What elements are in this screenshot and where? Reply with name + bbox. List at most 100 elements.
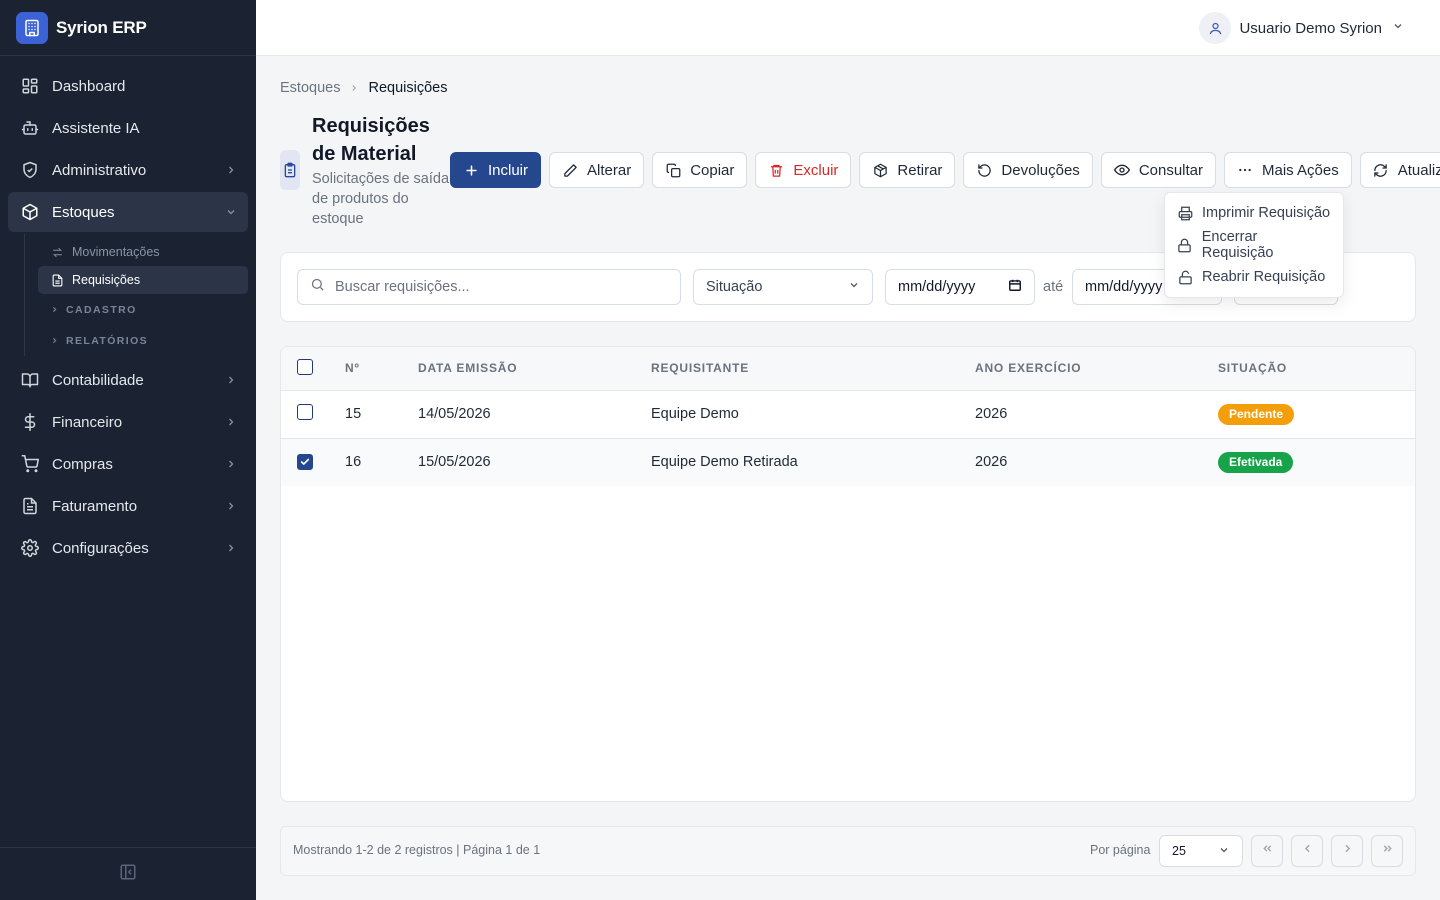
book-icon	[20, 370, 40, 390]
column-header-requisitante[interactable]: Requisitante	[651, 347, 975, 390]
search-input[interactable]	[335, 279, 655, 295]
row-checkbox[interactable]	[297, 404, 313, 420]
per-page-label: Por página	[1090, 843, 1151, 857]
situacao-select-value: Situação	[706, 279, 763, 295]
copiar-button[interactable]: Copiar	[652, 152, 748, 188]
sidebar-item-financeiro[interactable]: Financeiro	[8, 402, 248, 442]
building-icon	[16, 11, 48, 44]
column-header-numero[interactable]: Nº	[329, 347, 418, 390]
sidebar: Syrion ERP Dashboard Assistente IA Admin…	[0, 0, 256, 900]
menu-item-imprimir[interactable]: Imprimir Requisição	[1165, 197, 1343, 229]
per-page-select[interactable]: 25	[1159, 835, 1243, 867]
column-header-data-emissao[interactable]: Data Emissão	[418, 347, 651, 390]
column-header-situacao[interactable]: Situação	[1218, 347, 1415, 390]
gear-icon	[20, 538, 40, 558]
row-checkbox[interactable]	[297, 453, 313, 470]
sidebar-item-compras[interactable]: Compras	[8, 444, 248, 484]
cell-data-emissao: 15/05/2026	[418, 454, 491, 471]
user-menu[interactable]: Usuario Demo Syrion	[1199, 12, 1404, 44]
package-icon	[20, 202, 40, 222]
pagination-info: Mostrando 1-2 de 2 registros | Página 1 …	[293, 843, 541, 857]
sidebar-section-cadastro[interactable]: CADASTRO	[38, 294, 248, 325]
last-page-button[interactable]	[1371, 835, 1403, 867]
alterar-button[interactable]: Alterar	[549, 152, 645, 188]
search-icon	[310, 277, 325, 297]
incluir-button[interactable]: Incluir	[450, 152, 542, 188]
sidebar-item-contabilidade[interactable]: Contabilidade	[8, 360, 248, 400]
atualizar-label: Atualiza	[1397, 161, 1440, 179]
sidebar-item-label: Contabilidade	[52, 371, 144, 389]
excluir-button[interactable]: Excluir	[755, 152, 852, 188]
clipboard-icon	[280, 150, 300, 190]
requisicoes-table: Nº Data Emissão Requisitante Ano Exercíc…	[281, 347, 1415, 486]
file-icon	[50, 273, 64, 287]
select-all-checkbox[interactable]	[297, 358, 313, 375]
cell-situacao: Pendente	[1218, 390, 1415, 438]
excluir-label: Excluir	[793, 161, 839, 179]
sidebar-subitem-requisicoes[interactable]: Requisições	[38, 266, 248, 294]
cell-numero: 15	[345, 406, 362, 422]
sidebar-item-faturamento[interactable]: Faturamento	[8, 486, 248, 526]
sidebar-section-relatorios[interactable]: RELATÓRIOS	[38, 325, 248, 356]
chevron-left-icon	[1301, 842, 1314, 860]
date-from-input[interactable]: mm/dd/yyyy	[885, 269, 1035, 305]
prev-page-button[interactable]	[1291, 835, 1323, 867]
sidebar-item-estoques[interactable]: Estoques	[8, 192, 248, 232]
collapse-sidebar-button[interactable]	[0, 847, 256, 900]
retirar-button[interactable]: Retirar	[859, 152, 956, 188]
package-open-icon	[872, 162, 888, 178]
chevron-down-icon	[1218, 844, 1230, 859]
retirar-label: Retirar	[897, 161, 943, 179]
cell-requisitante: Equipe Demo	[651, 406, 739, 422]
dashboard-icon	[20, 76, 40, 96]
consultar-label: Consultar	[1138, 161, 1204, 179]
devolucoes-label: Devoluções	[1001, 161, 1080, 179]
cart-icon	[20, 454, 40, 474]
sidebar-subitem-movimentacoes[interactable]: Movimentações	[38, 238, 248, 266]
chevron-right-icon	[224, 541, 238, 555]
cell-requisitante: Equipe Demo Retirada	[651, 454, 798, 471]
cell-data-emissao: 14/05/2026	[418, 406, 491, 422]
copiar-label: Copiar	[690, 161, 735, 179]
date-from-value: mm/dd/yyyy	[898, 279, 976, 295]
shield-icon	[20, 160, 40, 180]
table-row[interactable]: 16 15/05/2026 Equipe Demo Retirada 2026 …	[281, 438, 1415, 486]
sidebar-section-label: CADASTRO	[66, 303, 137, 316]
sidebar-item-administrativo[interactable]: Administrativo	[8, 150, 248, 190]
sidebar-item-label: Administrativo	[52, 161, 147, 179]
sidebar-item-label: Configurações	[52, 539, 149, 557]
situacao-select[interactable]: Situação	[693, 269, 873, 305]
next-page-button[interactable]	[1331, 835, 1363, 867]
table-row[interactable]: 15 14/05/2026 Equipe Demo 2026 Pendente	[281, 390, 1415, 438]
brand[interactable]: Syrion ERP	[0, 0, 256, 56]
atualizar-button[interactable]: Atualiza	[1359, 152, 1440, 188]
mais-acoes-button[interactable]: Mais Ações	[1224, 152, 1352, 188]
sidebar-item-configuracoes[interactable]: Configurações	[8, 528, 248, 568]
rotate-ccw-icon	[976, 162, 992, 178]
select-all-cell	[281, 347, 329, 390]
sidebar-nav: Dashboard Assistente IA Administrativo E…	[0, 56, 256, 568]
plus-icon	[463, 162, 479, 178]
more-horizontal-icon	[1237, 162, 1253, 178]
incluir-label: Incluir	[488, 161, 529, 179]
calendar-icon[interactable]	[1008, 278, 1022, 296]
chevron-right-icon	[1341, 842, 1354, 860]
page-subtitle-line: Solicitações de saída	[312, 171, 450, 187]
topbar: Usuario Demo Syrion	[256, 0, 1440, 56]
consultar-button[interactable]: Consultar	[1100, 152, 1217, 188]
refresh-icon	[1373, 162, 1389, 178]
search-box	[297, 269, 681, 305]
devolucoes-button[interactable]: Devoluções	[963, 152, 1093, 188]
page-subtitle-line: estoque	[312, 211, 364, 227]
menu-item-encerrar[interactable]: Encerrar Requisição	[1165, 229, 1343, 261]
first-page-button[interactable]	[1251, 835, 1283, 867]
menu-item-reabrir[interactable]: Reabrir Requisição	[1165, 261, 1343, 293]
sidebar-item-assistente-ia[interactable]: Assistente IA	[8, 108, 248, 148]
chevron-right-icon	[224, 373, 238, 387]
breadcrumb-link-estoques[interactable]: Estoques	[280, 80, 340, 96]
sidebar-item-dashboard[interactable]: Dashboard	[8, 66, 248, 106]
sidebar-subitem-label: Movimentações	[72, 245, 160, 259]
chevrons-left-icon	[1261, 842, 1274, 860]
main-content: Estoques Requisições Requisições de Mate…	[256, 56, 1440, 900]
column-header-ano-exercicio[interactable]: Ano Exercício	[975, 347, 1218, 390]
